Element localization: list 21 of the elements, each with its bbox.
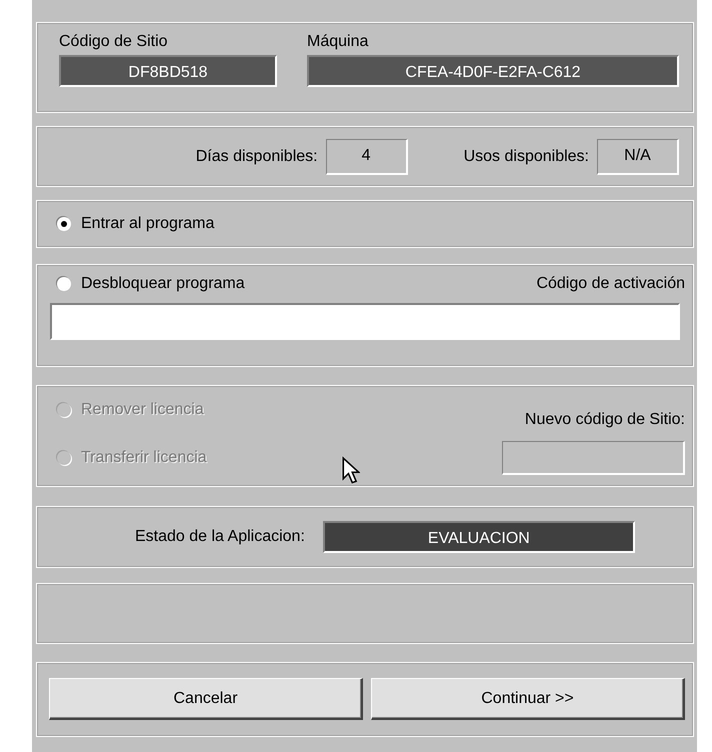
radio-label[interactable]: Desbloquear programa bbox=[81, 275, 245, 293]
field-label: Código de Sitio bbox=[59, 33, 169, 51]
radio-button[interactable] bbox=[57, 217, 71, 231]
status-field: EVALUACION bbox=[322, 521, 635, 553]
activation-code-field[interactable] bbox=[50, 303, 680, 340]
dialog-button[interactable]: Cancelar bbox=[49, 678, 363, 720]
field-label: Máquina bbox=[307, 33, 370, 51]
field-label: Días disponibles: bbox=[196, 148, 318, 166]
site-code-field: DF8BD518 bbox=[59, 55, 277, 87]
field-label: Código de activación bbox=[536, 275, 685, 293]
field-label: Estado de la Aplicacion: bbox=[135, 528, 305, 546]
field-label: Usos disponibles: bbox=[464, 148, 589, 166]
radio-label[interactable]: Entrar al programa bbox=[81, 215, 214, 233]
uses-field: N/A bbox=[597, 138, 679, 174]
machine-field: CFEA-4D0F-E2FA-C612 bbox=[307, 55, 679, 87]
radio-label: Transferir licencia bbox=[81, 449, 207, 467]
radio-label: Remover licencia bbox=[81, 401, 204, 419]
radio-button[interactable] bbox=[57, 277, 71, 291]
dialog-button[interactable]: Continuar >> bbox=[371, 678, 685, 720]
days-field: 4 bbox=[326, 138, 408, 174]
field-label: Nuevo código de Sitio: bbox=[524, 411, 685, 429]
